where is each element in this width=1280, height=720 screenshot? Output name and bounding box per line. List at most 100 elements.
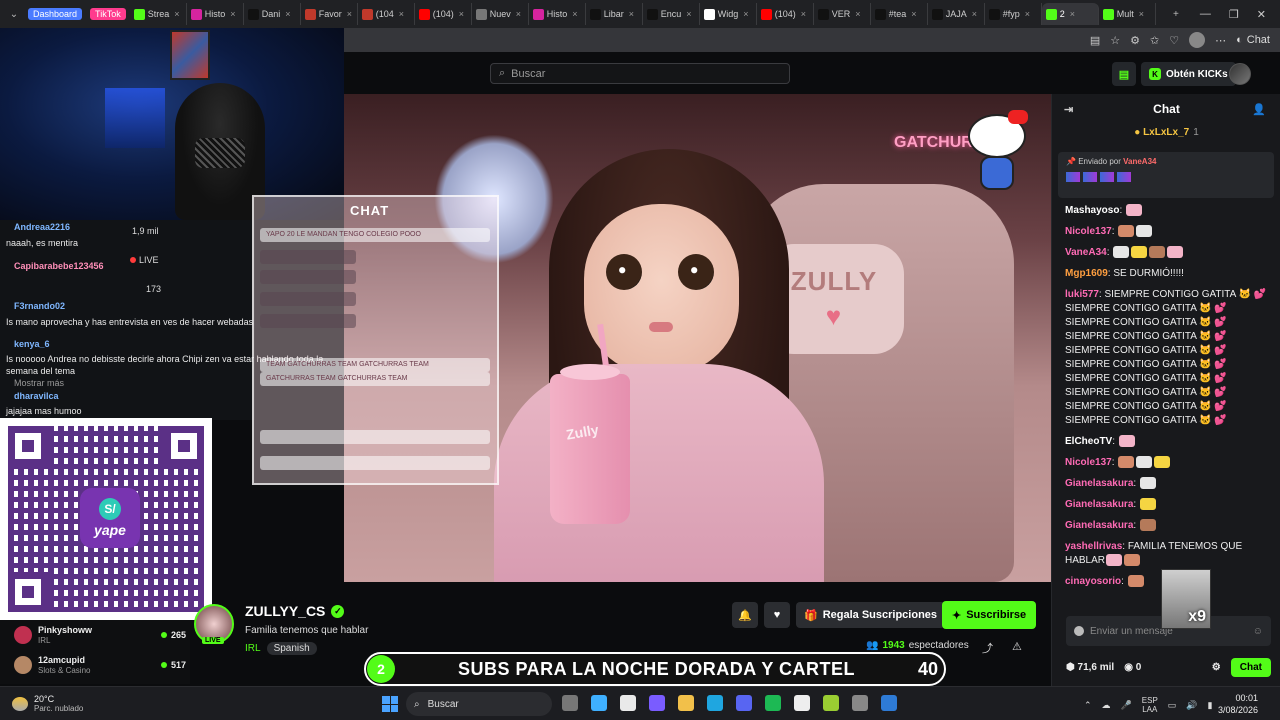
- chat-message[interactable]: luki577: SIEMPRE CONTIGO GATITA 🐱 💕 SIEM…: [1065, 288, 1270, 428]
- browser-tab[interactable]: Favor ×: [301, 3, 358, 25]
- bookmark-star-icon[interactable]: ☆: [1110, 34, 1120, 47]
- user-avatar[interactable]: [1229, 63, 1251, 85]
- tab-close-icon[interactable]: ×: [686, 9, 691, 19]
- chat-username[interactable]: VaneA34: [1065, 247, 1107, 258]
- channel-item[interactable]: Pinkyshoww IRL 265: [14, 622, 186, 648]
- chat-message[interactable]: Nicole137:: [1065, 225, 1270, 239]
- browser-tab[interactable]: #fyp ×: [985, 3, 1042, 25]
- get-kicks-button[interactable]: K Obtén KICKs: [1141, 62, 1236, 86]
- browser-tab[interactable]: Dani ×: [244, 3, 301, 25]
- obs-icon[interactable]: [852, 695, 868, 711]
- tab-close-icon[interactable]: ×: [1025, 9, 1030, 19]
- report-icon[interactable]: ⚠: [1012, 640, 1022, 653]
- language-indicator[interactable]: ESP LAA: [1142, 696, 1158, 714]
- chat-message[interactable]: VaneA34:: [1065, 246, 1270, 260]
- edge-icon[interactable]: [707, 695, 723, 711]
- browser-tab[interactable]: TikTok: [86, 3, 130, 25]
- browser-tab[interactable]: 2 ×: [1041, 3, 1099, 25]
- chat-message[interactable]: Mgp1609: SE DURMIÓ!!!!!: [1065, 267, 1270, 281]
- chat-message[interactable]: Mashayoso:: [1065, 204, 1270, 218]
- discord-icon[interactable]: [736, 695, 752, 711]
- more-icon[interactable]: ⋯: [1215, 34, 1226, 47]
- chat-username[interactable]: Mashayoso: [1065, 205, 1119, 216]
- browser-tab[interactable]: Dashboard: [24, 3, 86, 25]
- emoji-icon[interactable]: ☺: [1253, 626, 1263, 637]
- channel-points[interactable]: ◉ 0: [1124, 662, 1141, 673]
- language-tag[interactable]: Spanish: [266, 642, 317, 655]
- tray-chevron-icon[interactable]: ⌃: [1084, 700, 1092, 711]
- tab-close-icon[interactable]: ×: [399, 9, 404, 19]
- windows-start-icon[interactable]: [382, 696, 398, 712]
- chat-username[interactable]: Gianelasakura: [1065, 520, 1133, 531]
- network-icon[interactable]: ▭: [1168, 700, 1177, 711]
- browser-tab[interactable]: Encu ×: [643, 3, 700, 25]
- volume-icon[interactable]: 🔊: [1186, 700, 1197, 711]
- collapse-chat-icon[interactable]: ⇥: [1064, 103, 1073, 116]
- app-icon[interactable]: [881, 695, 897, 711]
- collections-icon[interactable]: ♡: [1169, 34, 1179, 47]
- chat-message[interactable]: yashellrivas: FAMILIA TENEMOS QUE HABLAR: [1065, 540, 1270, 568]
- tab-close-icon[interactable]: ×: [972, 9, 977, 19]
- chat-username[interactable]: Nicole137: [1065, 226, 1112, 237]
- browser-tab[interactable]: JAJA ×: [928, 3, 985, 25]
- tab-close-icon[interactable]: ×: [516, 9, 521, 19]
- chat-message[interactable]: ElCheoTV:: [1065, 435, 1270, 449]
- close-icon[interactable]: ✕: [1257, 8, 1266, 21]
- chat-username[interactable]: yashellrivas: [1065, 541, 1122, 552]
- chat-username[interactable]: Gianelasakura: [1065, 499, 1133, 510]
- browser-tab[interactable]: Libar ×: [586, 3, 643, 25]
- weather-widget[interactable]: 20°C Parc. nublado: [12, 694, 83, 713]
- chat-username[interactable]: cinayosorio: [1065, 576, 1121, 587]
- store-icon[interactable]: [620, 695, 636, 711]
- video-scrubber[interactable]: [344, 582, 1051, 596]
- chat-username[interactable]: Nicole137: [1065, 457, 1112, 468]
- tab-close-icon[interactable]: ×: [1139, 9, 1144, 19]
- tab-close-icon[interactable]: ×: [855, 9, 860, 19]
- tab-close-icon[interactable]: ×: [230, 9, 235, 19]
- share-icon[interactable]: ⤴: [982, 640, 993, 656]
- mic-icon[interactable]: 🎤: [1121, 700, 1132, 711]
- kicks-balance[interactable]: ⬢ 71,6 mil: [1066, 662, 1114, 673]
- send-chat-button[interactable]: Chat: [1230, 657, 1271, 677]
- browser-tab[interactable]: Strea ×: [130, 3, 187, 25]
- notifications-bell-icon[interactable]: 🔔: [732, 602, 758, 628]
- follow-heart-icon[interactable]: ♥: [764, 602, 790, 628]
- browser-tab[interactable]: (104 ×: [358, 3, 415, 25]
- tab-close-icon[interactable]: ×: [572, 9, 577, 19]
- channel-item[interactable]: 12amcupid Slots & Casino 517: [14, 652, 186, 678]
- extensions-icon[interactable]: ⚙: [1130, 34, 1140, 47]
- tab-close-icon[interactable]: ×: [174, 9, 179, 19]
- battery-icon[interactable]: ▮: [1208, 700, 1213, 711]
- chat-message[interactable]: Gianelasakura:: [1065, 477, 1270, 491]
- browser-tab[interactable]: VER ×: [814, 3, 871, 25]
- gift-subs-button[interactable]: 🎁 Regala Suscripciones: [796, 602, 946, 628]
- tab-close-icon[interactable]: ×: [743, 9, 748, 19]
- browser-tab[interactable]: Widg ×: [700, 3, 757, 25]
- widgets-icon[interactable]: [591, 695, 607, 711]
- show-more-link[interactable]: Mostrar más: [14, 378, 64, 388]
- category-link[interactable]: IRL: [245, 643, 261, 654]
- chat-username[interactable]: Mgp1609: [1065, 268, 1108, 279]
- favorites-icon[interactable]: ✩: [1150, 34, 1159, 47]
- tab-close-icon[interactable]: ×: [347, 9, 352, 19]
- profile-avatar[interactable]: [1189, 32, 1206, 48]
- copilot-app-icon[interactable]: [649, 695, 665, 711]
- tab-close-icon[interactable]: ×: [801, 9, 806, 19]
- browser-tab[interactable]: (104) ×: [757, 3, 814, 25]
- tab-close-icon[interactable]: ×: [459, 9, 464, 19]
- browser-tab[interactable]: Histo ×: [187, 3, 244, 25]
- task-view-icon[interactable]: [562, 695, 578, 711]
- chat-username[interactable]: luki577: [1065, 289, 1099, 300]
- tab-close-icon[interactable]: ×: [285, 9, 290, 19]
- subscribe-button[interactable]: ✦ Suscribirse: [942, 601, 1037, 629]
- tab-close-icon[interactable]: ×: [1070, 9, 1075, 19]
- pinned-message[interactable]: 📌 Enviado por VaneA34: [1058, 152, 1274, 198]
- chat-message[interactable]: Gianelasakura:: [1065, 519, 1270, 533]
- browser-tab[interactable]: Nuev ×: [472, 3, 529, 25]
- browser-tab[interactable]: Mult ×: [1099, 3, 1156, 25]
- minimize-icon[interactable]: —: [1200, 8, 1211, 21]
- spotify-icon[interactable]: [765, 695, 781, 711]
- stream-manager-icon[interactable]: ▤: [1112, 62, 1136, 86]
- chat-settings-icon[interactable]: ⚙: [1212, 662, 1221, 673]
- tab-search-icon[interactable]: ⌄: [4, 4, 24, 24]
